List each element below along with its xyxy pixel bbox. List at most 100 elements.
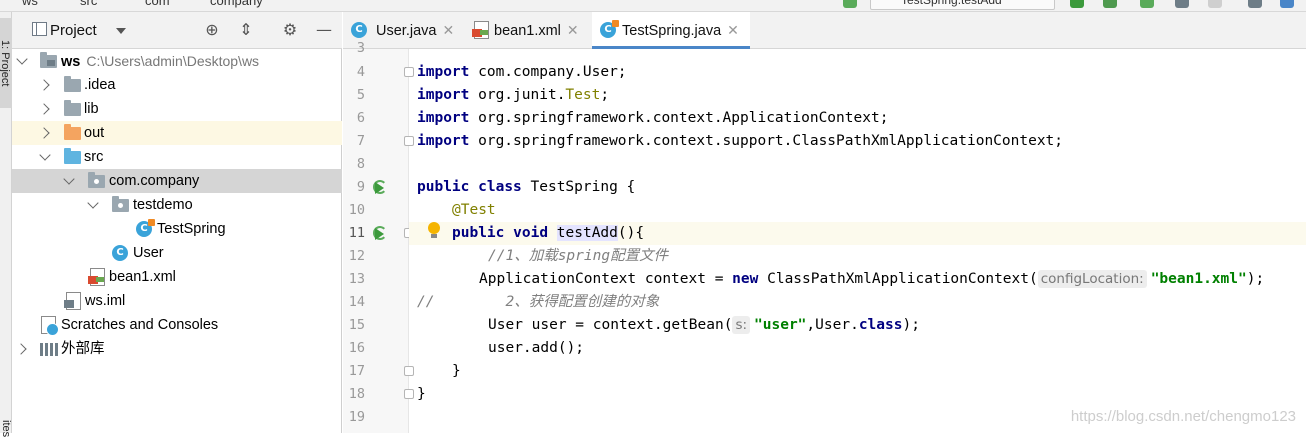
tree-item-label: src bbox=[84, 149, 104, 165]
chevron-down-icon[interactable] bbox=[62, 169, 76, 193]
code-line-6: import org.springframework.context.Appli… bbox=[417, 110, 889, 126]
tree-item-ws-iml[interactable]: ws.iml bbox=[12, 289, 342, 313]
run-icon[interactable] bbox=[1070, 0, 1084, 8]
code-line-18: } bbox=[417, 386, 426, 402]
tree-item-label: testdemo bbox=[133, 197, 193, 213]
tree-item-label: User bbox=[133, 245, 164, 261]
chevron-down-icon[interactable] bbox=[15, 49, 29, 73]
line-number: 16 bbox=[348, 340, 365, 356]
favorites-tool-tab[interactable]: ites bbox=[0, 420, 12, 437]
tree-item-com-company[interactable]: com.company bbox=[12, 169, 342, 193]
project-tool-tab[interactable]: 1: Project bbox=[0, 18, 12, 108]
close-icon[interactable]: ✕ bbox=[727, 22, 739, 38]
project-icon bbox=[32, 22, 47, 36]
line-number: 10 bbox=[348, 202, 365, 218]
folder-icon bbox=[64, 100, 81, 116]
chevron-down-icon[interactable] bbox=[38, 145, 52, 169]
line-number: 13 bbox=[348, 271, 365, 287]
tree-item-ws[interactable]: ws C:\Users\admin\Desktop\ws bbox=[12, 49, 342, 73]
gear-icon[interactable]: ⚙ bbox=[281, 21, 299, 39]
tree-item-label: .idea bbox=[84, 77, 116, 93]
close-icon[interactable]: ✕ bbox=[567, 22, 579, 38]
run-config-select[interactable]: TestSpring.testAdd bbox=[870, 0, 1055, 10]
project-tool-tab-label: 1: Project bbox=[0, 40, 11, 87]
close-icon[interactable]: ✕ bbox=[442, 22, 454, 38]
run-test-icon[interactable] bbox=[373, 226, 389, 242]
structure-icon[interactable] bbox=[1248, 0, 1262, 8]
project-panel-header: Project ⊕ ⇕ ⚙ — bbox=[12, 12, 342, 49]
line-number: 8 bbox=[356, 156, 365, 172]
target-icon[interactable]: ⊕ bbox=[203, 21, 221, 39]
tree-item-src[interactable]: src bbox=[12, 145, 342, 169]
profile-icon[interactable] bbox=[1175, 0, 1189, 8]
tree-item-external-libraries[interactable]: 外部库 bbox=[12, 337, 342, 361]
tree-item-bean1-xml[interactable]: bean1.xml bbox=[12, 265, 342, 289]
editor-gutter: 3 4 5 6 7 8 9 10 11 12 13 14 15 16 17 18… bbox=[343, 40, 414, 433]
tree-item-user[interactable]: C User bbox=[12, 241, 342, 265]
tab-label: bean1.xml ✕ bbox=[494, 22, 579, 39]
package-icon bbox=[88, 172, 105, 188]
breadcrumb-ws[interactable]: ws bbox=[22, 0, 38, 8]
tree-item-lib[interactable]: lib bbox=[12, 97, 342, 121]
tree-item-scratches[interactable]: Scratches and Consoles bbox=[12, 313, 342, 337]
chevron-down-icon[interactable] bbox=[86, 193, 100, 217]
debug-icon[interactable] bbox=[1103, 0, 1117, 8]
line-number: 19 bbox=[348, 409, 365, 425]
line-number: 5 bbox=[356, 87, 365, 103]
class-icon: C bbox=[600, 20, 619, 38]
code-area[interactable]: import com.company.User; import org.juni… bbox=[409, 49, 1306, 433]
collapse-icon[interactable]: ⇕ bbox=[237, 21, 255, 39]
xml-file-icon bbox=[472, 21, 489, 39]
stop-icon[interactable] bbox=[1208, 0, 1222, 8]
breadcrumb-com[interactable]: com bbox=[145, 0, 170, 8]
tab-label: User.java ✕ bbox=[376, 22, 455, 39]
chevron-right-icon[interactable] bbox=[15, 337, 29, 361]
class-icon: C bbox=[351, 22, 367, 38]
chevron-down-icon bbox=[116, 28, 126, 34]
watermark: https://blog.csdn.net/chengmo123 bbox=[1070, 408, 1296, 425]
tab-bean1-xml[interactable]: bean1.xml ✕ bbox=[463, 12, 591, 49]
line-number: 12 bbox=[348, 248, 365, 264]
class-icon: C bbox=[136, 219, 155, 237]
line-number: 17 bbox=[348, 363, 365, 379]
breadcrumb-src[interactable]: src bbox=[80, 0, 97, 8]
run-class-icon[interactable] bbox=[373, 180, 389, 196]
code-line-10: @Test bbox=[452, 202, 496, 218]
code-line-11: public void testAdd(){ bbox=[409, 222, 1306, 245]
tree-item-idea[interactable]: .idea bbox=[12, 73, 342, 97]
project-panel-title: Project bbox=[32, 22, 97, 39]
build-icon[interactable] bbox=[843, 0, 857, 8]
code-line-5: import org.junit.Test; bbox=[417, 87, 610, 103]
minimize-icon[interactable]: — bbox=[315, 21, 333, 39]
line-number: 4 bbox=[356, 64, 365, 80]
tree-item-label: lib bbox=[84, 101, 99, 117]
tree-item-label: Scratches and Consoles bbox=[61, 317, 219, 333]
parameter-hint: configLocation: bbox=[1037, 270, 1147, 288]
search-everywhere-icon[interactable] bbox=[1280, 0, 1294, 8]
line-number: 14 bbox=[348, 294, 365, 310]
tree-item-testspring[interactable]: C TestSpring bbox=[12, 217, 342, 241]
project-view-selector[interactable]: Project bbox=[32, 12, 130, 49]
code-line-16: user.add(); bbox=[488, 340, 585, 356]
tree-item-label: TestSpring bbox=[157, 221, 226, 237]
line-number: 11 bbox=[348, 225, 365, 241]
class-icon: C bbox=[112, 245, 128, 261]
iml-file-icon bbox=[64, 292, 81, 310]
library-icon bbox=[40, 343, 58, 356]
xml-file-icon bbox=[88, 268, 105, 286]
tree-item-label: ws C:\Users\admin\Desktop\ws bbox=[61, 49, 259, 74]
tab-testspring-java[interactable]: C TestSpring.java ✕ bbox=[592, 12, 750, 49]
line-number: 7 bbox=[356, 133, 365, 149]
tree-item-out[interactable]: out bbox=[12, 121, 342, 145]
orange-folder-icon bbox=[64, 124, 81, 140]
lightbulb-icon[interactable] bbox=[427, 222, 441, 239]
chevron-right-icon[interactable] bbox=[38, 121, 52, 145]
chevron-right-icon[interactable] bbox=[38, 73, 52, 97]
tree-item-label: com.company bbox=[109, 173, 200, 189]
tree-item-testdemo[interactable]: testdemo bbox=[12, 193, 342, 217]
chevron-right-icon[interactable] bbox=[38, 97, 52, 121]
breadcrumb-company[interactable]: company bbox=[210, 0, 263, 8]
line-number: 6 bbox=[356, 110, 365, 126]
coverage-icon[interactable] bbox=[1140, 0, 1154, 8]
code-editor: C User.java ✕ bean1.xml ✕ C TestSpring.jav… bbox=[343, 12, 1306, 433]
